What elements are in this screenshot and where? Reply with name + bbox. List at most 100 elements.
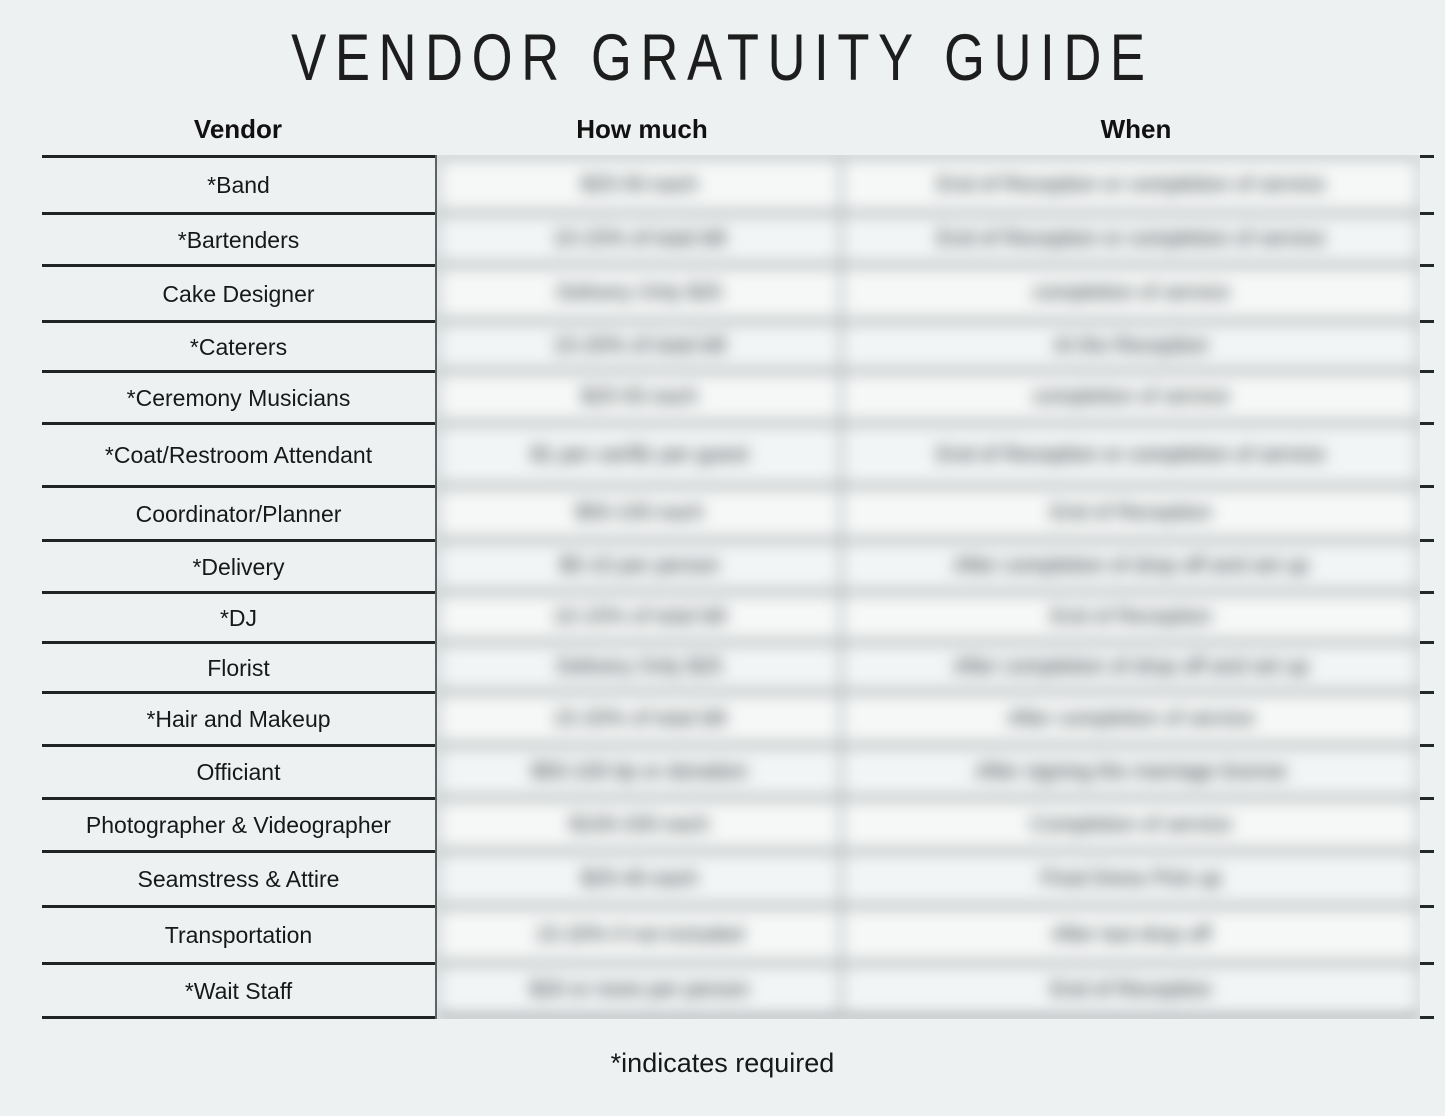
when-cell: After completion of service (844, 691, 1418, 744)
table-row: Officiant (42, 744, 435, 797)
when-cell: Final Dress Pick up (844, 850, 1418, 905)
row-divider-tick (1420, 641, 1434, 644)
row-divider-tick (1420, 744, 1434, 747)
how-much-cell: $25-50 each (439, 155, 840, 212)
vendor-name: Seamstress & Attire (137, 866, 340, 892)
row-edge-ticks (1420, 155, 1436, 1019)
how-much-cell: 15-20% of total bill (439, 691, 840, 744)
vendor-name: *Coat/Restroom Attendant (104, 442, 373, 468)
when-value: End of Reception (1050, 605, 1212, 628)
row-divider-tick (1420, 905, 1434, 908)
table-row: *Delivery (42, 539, 435, 591)
vendor-name: Cake Designer (162, 280, 315, 307)
how-much-cell: $25-50 each (439, 370, 840, 422)
how-much-column: $25-50 each 10-15% of total bill Delivery … (437, 155, 842, 1019)
vendor-name: *Bartenders (177, 226, 300, 253)
table-row: Florist (42, 641, 435, 691)
vendor-gratuity-guide-page: VENDOR GRATUITY GUIDE Vendor How much Wh… (0, 0, 1445, 1116)
table-row: Cake Designer (42, 264, 435, 320)
when-value: After completion of service (1007, 706, 1255, 730)
when-value: After last drop off (1051, 922, 1211, 946)
how-much-cell: 15-20% if not included (439, 905, 840, 962)
when-value: End of Reception or completion of servic… (936, 227, 1326, 250)
how-much-value: $25-50 each (581, 385, 698, 408)
vendor-name: *DJ (219, 604, 258, 631)
row-divider-tick (1420, 591, 1434, 594)
when-cell: completion of service (844, 264, 1418, 320)
how-much-cell: $5-10 per person (439, 539, 840, 591)
how-much-cell: $25-40 each (439, 850, 840, 905)
when-value: After signing the marriage license (975, 759, 1287, 783)
row-divider-tick (1420, 539, 1434, 542)
how-much-cell: 15-20% of total bill (439, 320, 840, 370)
when-value: Final Dress Pick up (1040, 866, 1222, 890)
vendor-column: *Band *Bartenders Cake Designer *Caterers *C… (42, 155, 437, 1019)
when-value: End of Reception or completion of servic… (936, 172, 1326, 196)
row-divider-tick (1420, 1016, 1434, 1019)
table-row: Transportation (42, 905, 435, 962)
how-much-value: $25-50 each (581, 172, 698, 196)
table-row: Photographer & Videographer (42, 797, 435, 850)
row-divider-tick (1420, 320, 1434, 323)
vendor-name: Photographer & Videographer (85, 812, 392, 838)
table-row: *Caterers (42, 320, 435, 370)
page-title: VENDOR GRATUITY GUIDE (291, 21, 1154, 95)
row-divider-tick (1420, 264, 1434, 267)
when-value: End of Reception (1050, 978, 1212, 1001)
row-divider-tick (1420, 212, 1434, 215)
table-row: *Wait Staff (42, 962, 435, 1019)
when-column: End of Reception or completion of servic… (844, 155, 1420, 1019)
how-much-cell: $100-200 each (439, 797, 840, 850)
when-value: End of Reception or completion of servic… (936, 442, 1326, 466)
how-much-value: $50-100 each (575, 501, 704, 524)
row-divider-tick (1420, 485, 1434, 488)
row-divider-tick (1420, 850, 1434, 853)
how-much-cell: $1 per car/$1 per guest (439, 422, 840, 485)
vendor-name: *Hair and Makeup (146, 706, 331, 732)
vendor-name: *Caterers (189, 333, 288, 360)
vendor-name: *Band (207, 172, 270, 198)
when-value: completion of service (1032, 385, 1230, 408)
table-header-row: Vendor How much When (42, 112, 1420, 156)
how-much-cell: $50-100 tip or donation (439, 744, 840, 797)
how-much-value: 10-15% of total bill (553, 227, 726, 250)
how-much-value: $1 per car/$1 per guest (530, 442, 749, 466)
gratuity-table: *Band *Bartenders Cake Designer *Caterers *C… (42, 155, 1434, 1019)
when-cell: End of Reception (844, 962, 1418, 1019)
table-row: *Bartenders (42, 212, 435, 264)
how-much-value: $25-40 each (581, 866, 698, 890)
how-much-value: $100-200 each (569, 812, 710, 836)
blurred-preview-region: $25-50 each 10-15% of total bill Delivery … (437, 155, 1420, 1019)
how-much-value: $5-10 per person (559, 554, 720, 577)
table-row: *Hair and Makeup (42, 691, 435, 744)
how-much-cell: $20 or more per person (439, 962, 840, 1019)
when-cell: After completion of drop off and set up (844, 539, 1418, 591)
vendor-name: Officiant (196, 759, 281, 785)
column-header-vendor: Vendor (193, 114, 283, 144)
when-cell: At the Reception (844, 320, 1418, 370)
when-value: At the Reception (1053, 334, 1209, 357)
how-much-value: $50-100 tip or donation (531, 759, 748, 783)
vendor-name: Coordinator/Planner (135, 500, 342, 527)
table-row: Coordinator/Planner (42, 485, 435, 539)
how-much-cell: Delivery Only $25 (439, 641, 840, 691)
how-much-value: 10-15% of total bill (553, 605, 726, 628)
row-divider-tick (1420, 155, 1434, 158)
how-much-value: $20 or more per person (529, 978, 750, 1001)
when-value: After completion of drop off and set up (953, 554, 1309, 577)
vendor-name: Transportation (164, 922, 313, 948)
vendor-name: *Delivery (192, 553, 285, 580)
footer-note: *indicates required (610, 1048, 835, 1078)
when-value: After completion of drop off and set up (953, 655, 1309, 678)
table-row: *Band (42, 155, 435, 212)
table-row: *Ceremony Musicians (42, 370, 435, 422)
how-much-value: Delivery Only $25 (556, 655, 723, 678)
when-cell: After signing the marriage license (844, 744, 1418, 797)
when-value: Completion of service (1030, 812, 1232, 836)
table-row: Seamstress & Attire (42, 850, 435, 905)
when-cell: End of Reception (844, 591, 1418, 641)
vendor-name: Florist (207, 654, 270, 681)
how-much-value: Delivery Only $25 (556, 281, 723, 304)
row-divider-tick (1420, 962, 1434, 965)
row-divider-tick (1420, 370, 1434, 373)
